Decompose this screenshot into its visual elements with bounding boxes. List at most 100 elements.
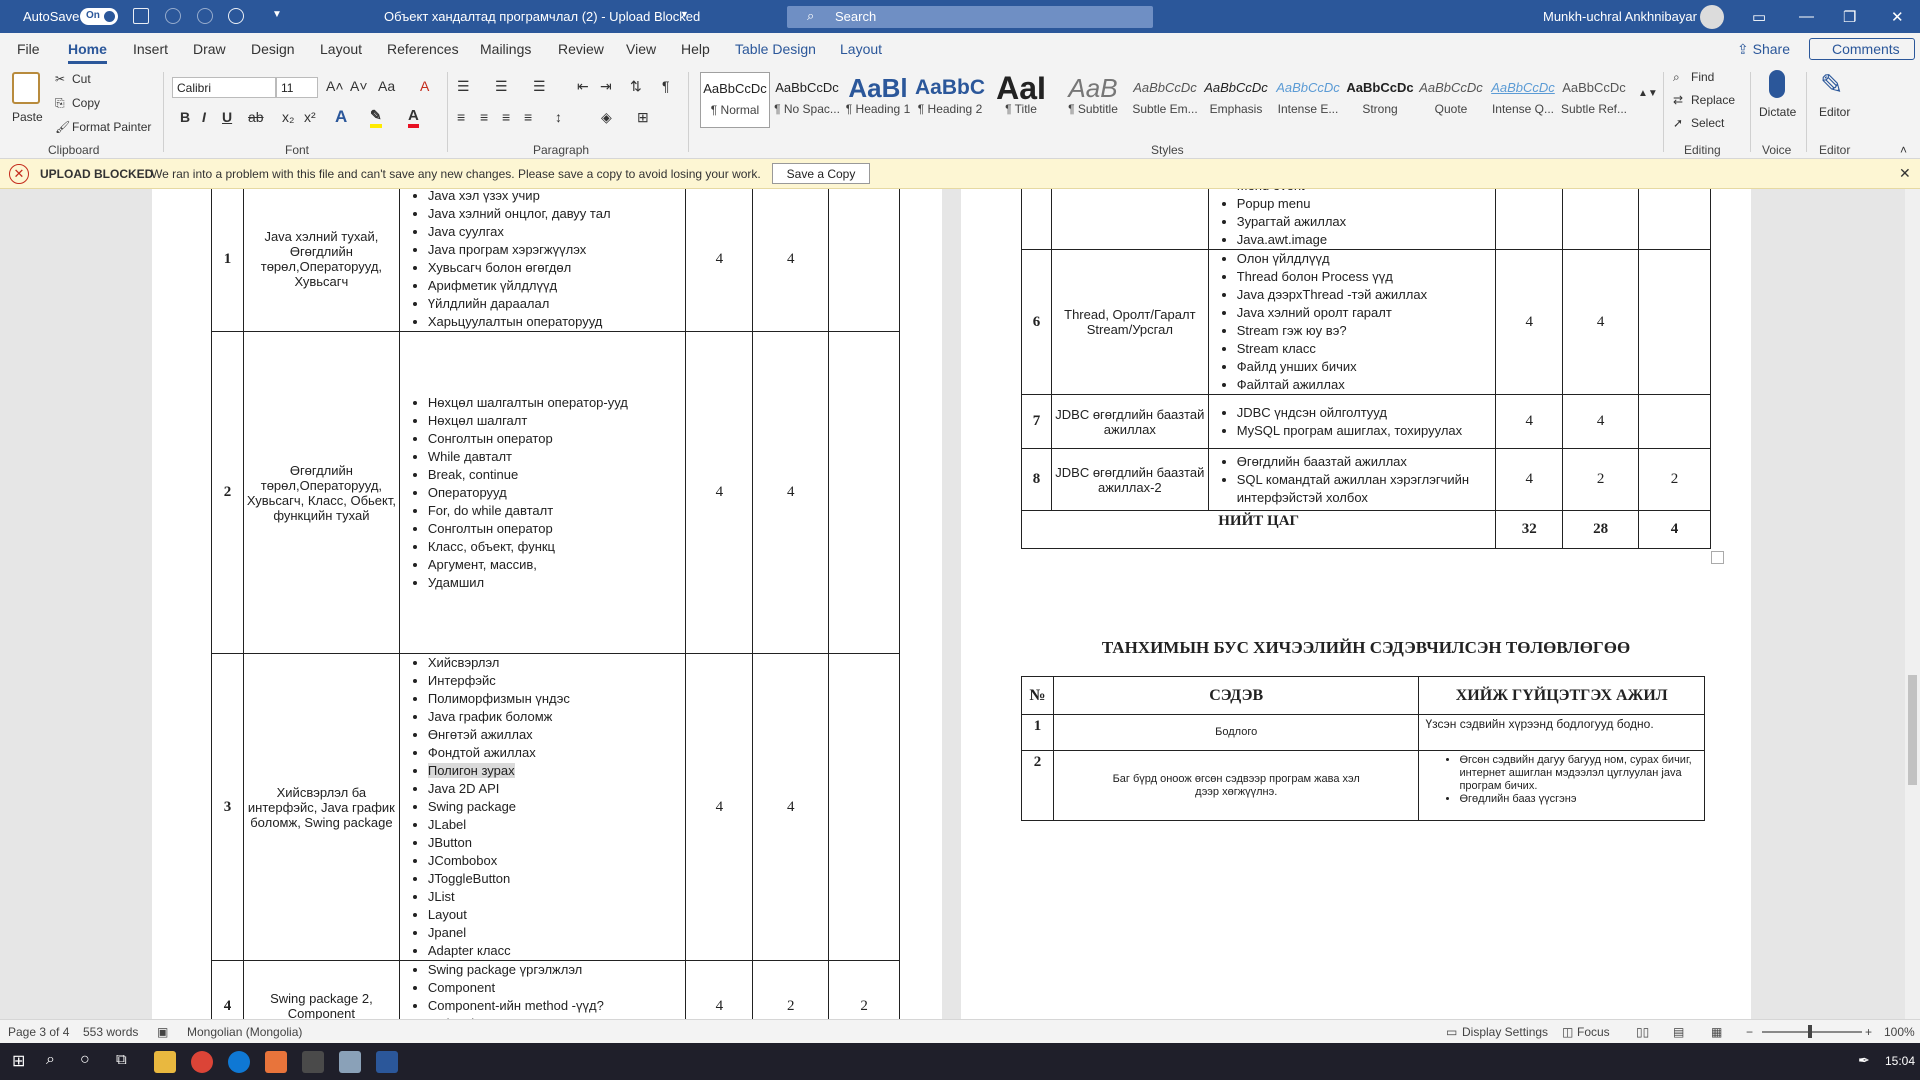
zoom-level[interactable]: 100% <box>1884 1025 1915 1039</box>
style-normal[interactable]: AaBbCcDc ¶ Normal <box>700 72 770 128</box>
windows-start-icon[interactable]: ⊞ <box>12 1051 25 1071</box>
style-subtitle[interactable]: AaB ¶ Subtitle <box>1058 72 1128 128</box>
find-icon[interactable]: ⌕ <box>1673 70 1680 85</box>
copy-icon[interactable]: ⎘ <box>55 96 65 111</box>
cut-icon[interactable]: ✂ <box>55 72 65 86</box>
paste-icon[interactable] <box>12 72 40 104</box>
restore-icon[interactable]: ❐ <box>1843 8 1856 26</box>
tab-design[interactable]: Design <box>251 41 295 57</box>
close-window-icon[interactable]: ✕ <box>1891 8 1904 26</box>
tab-home[interactable]: Home <box>68 41 107 64</box>
row-content-list[interactable]: Олон үйлдлүүдThread болон Process үүдJav… <box>1207 249 1497 395</box>
row-content-list[interactable]: Нөхцөл шалгалтын оператор-уудНөхцөл шалг… <box>398 331 687 654</box>
style-heading-2[interactable]: AaBbC ¶ Heading 2 <box>915 72 985 128</box>
style-title[interactable]: AaI ¶ Title <box>986 72 1056 128</box>
shading-icon[interactable]: ◈ <box>601 109 612 126</box>
display-settings-icon[interactable]: ▭ <box>1446 1025 1457 1039</box>
touch-mode-icon[interactable] <box>228 8 244 24</box>
replace-button[interactable]: Replace <box>1691 93 1735 107</box>
user-name[interactable]: Munkh-uchral Ankhnibayar <box>1543 9 1697 24</box>
tab-table-design[interactable]: Table Design <box>735 41 816 57</box>
style-subtle-em[interactable]: AaBbCcDc Subtle Em... <box>1130 72 1200 128</box>
tab-help[interactable]: Help <box>681 41 710 57</box>
styles-scroll-icon[interactable]: ▲▼ <box>1638 88 1658 99</box>
strikethrough-icon[interactable]: ab <box>248 109 264 125</box>
format-painter-button[interactable]: Format Painter <box>72 120 151 134</box>
format-painter-icon[interactable]: 🖌 <box>55 120 70 134</box>
editor-icon[interactable]: ✎ <box>1820 68 1843 101</box>
find-button[interactable]: Find <box>1691 70 1714 84</box>
clock[interactable]: 15:04 <box>1885 1054 1915 1068</box>
grow-font-icon[interactable]: A˄ <box>326 78 344 94</box>
save-a-copy-button[interactable]: Save a Copy <box>772 163 870 184</box>
row-content-list[interactable]: ХийсвэрлэлИнтерфэйсПолиморфизмын үндэсJa… <box>398 653 687 961</box>
replace-icon[interactable]: ⇄ <box>1673 93 1683 107</box>
cut-button[interactable]: Cut <box>72 72 91 86</box>
style-subtle-ref[interactable]: AaBbCcDc Subtle Ref... <box>1559 72 1629 128</box>
title-chevron-down-icon[interactable]: ▼ <box>680 9 689 19</box>
row-topic[interactable]: Java хэлний тухай, Өгөгдлийн төрөл,Опера… <box>242 189 400 332</box>
notepad-icon[interactable] <box>339 1051 361 1073</box>
row-content-list[interactable]: JDBC үндсэн ойлголтуудMySQL програм ашиг… <box>1207 394 1497 449</box>
style-intense-e[interactable]: AaBbCcDc Intense E... <box>1273 72 1343 128</box>
microphone-icon[interactable] <box>1769 70 1785 98</box>
row-topic[interactable]: JDBC өгөгдлийн баазтай ажиллах-2 <box>1050 448 1209 511</box>
row-topic[interactable]: Thread, Оролт/Гаралт Stream/Урсгал <box>1050 249 1209 395</box>
clear-formatting-icon[interactable]: A <box>420 78 429 94</box>
borders-icon[interactable]: ⊞ <box>637 109 649 126</box>
table-resize-handle[interactable] <box>1711 551 1724 564</box>
line-spacing-icon[interactable]: ↕ <box>555 109 562 125</box>
increase-indent-icon[interactable]: ⇥ <box>600 78 612 95</box>
cortana-icon[interactable]: ○ <box>80 1051 90 1069</box>
word-taskbar-icon[interactable] <box>376 1051 398 1073</box>
paste-button[interactable]: Paste <box>12 110 43 124</box>
app-s-icon[interactable] <box>265 1051 287 1073</box>
row-topic[interactable]: Өгөгдлийн төрөл,Операторууд, Хувьсагч, К… <box>242 331 400 654</box>
display-settings-button[interactable]: Display Settings <box>1462 1025 1548 1039</box>
web-layout-icon[interactable]: ▦ <box>1711 1025 1722 1039</box>
align-center-icon[interactable]: ≡ <box>480 109 488 125</box>
underline-icon[interactable]: U <box>222 109 232 125</box>
highlight-icon[interactable]: ✎ <box>370 107 382 128</box>
select-icon[interactable]: ➚ <box>1673 116 1683 130</box>
sort-icon[interactable]: ⇅ <box>630 78 642 95</box>
editor-button[interactable]: Editor <box>1819 105 1850 119</box>
multilevel-list-icon[interactable]: ☰ <box>533 78 546 95</box>
row-content-list[interactable]: Java хэл үзэх учирJava хэлний онцлог, да… <box>398 189 687 332</box>
customize-qat-icon[interactable]: ▼ <box>272 9 282 20</box>
justify-icon[interactable]: ≡ <box>524 109 532 125</box>
proofing-icon[interactable]: ▣ <box>157 1025 168 1039</box>
tab-review[interactable]: Review <box>558 41 604 57</box>
tab-layout[interactable]: Layout <box>320 41 362 57</box>
font-color-icon[interactable]: A <box>408 107 419 128</box>
plan-row-work[interactable]: Өгсөн сэдвийн дагуу багууд ном, сурах би… <box>1418 750 1705 821</box>
comments-button[interactable]: Comments <box>1809 38 1915 60</box>
plan-row-topic[interactable]: Баг бүрд оноож өгсөн сэдвээр програм жав… <box>1052 750 1420 821</box>
subscript-icon[interactable]: x₂ <box>282 109 294 125</box>
zoom-slider[interactable] <box>1762 1025 1862 1038</box>
plan-row-work[interactable]: Үзсэн сэдвийн хүрээнд бодлогууд бодно. <box>1418 714 1705 751</box>
numbering-icon[interactable]: ☰ <box>495 78 508 95</box>
row-topic[interactable]: JDBC өгөгдлийн баазтай ажиллах <box>1050 394 1209 449</box>
superscript-icon[interactable]: x² <box>304 109 316 125</box>
text-effects-icon[interactable]: A <box>335 107 347 127</box>
font-name-box[interactable]: Calibri <box>172 77 276 98</box>
save-icon[interactable] <box>133 8 149 24</box>
zoom-out-icon[interactable]: − <box>1746 1025 1753 1039</box>
task-view-icon[interactable]: ⧉ <box>116 1051 127 1068</box>
style-strong[interactable]: AaBbCcDc Strong <box>1345 72 1415 128</box>
terminal-icon[interactable] <box>302 1051 324 1073</box>
show-formatting-icon[interactable]: ¶ <box>662 78 670 94</box>
tab-mailings[interactable]: Mailings <box>480 41 531 57</box>
row-topic[interactable]: Хийсвэрлэл ба интерфэйс, Java график бол… <box>242 653 400 961</box>
style-quote[interactable]: AaBbCcDc Quote <box>1416 72 1486 128</box>
italic-icon[interactable]: I <box>202 109 206 125</box>
vertical-scrollbar[interactable] <box>1905 189 1920 1019</box>
style-heading-1[interactable]: AaBl ¶ Heading 1 <box>843 72 913 128</box>
row-topic[interactable] <box>1050 189 1209 250</box>
pen-icon[interactable]: ✒ <box>1858 1052 1870 1069</box>
dismiss-banner-icon[interactable]: ✕ <box>1899 165 1911 182</box>
focus-button[interactable]: Focus <box>1577 1025 1610 1039</box>
tab-file[interactable]: File <box>17 41 40 57</box>
minimize-icon[interactable]: — <box>1799 8 1814 25</box>
